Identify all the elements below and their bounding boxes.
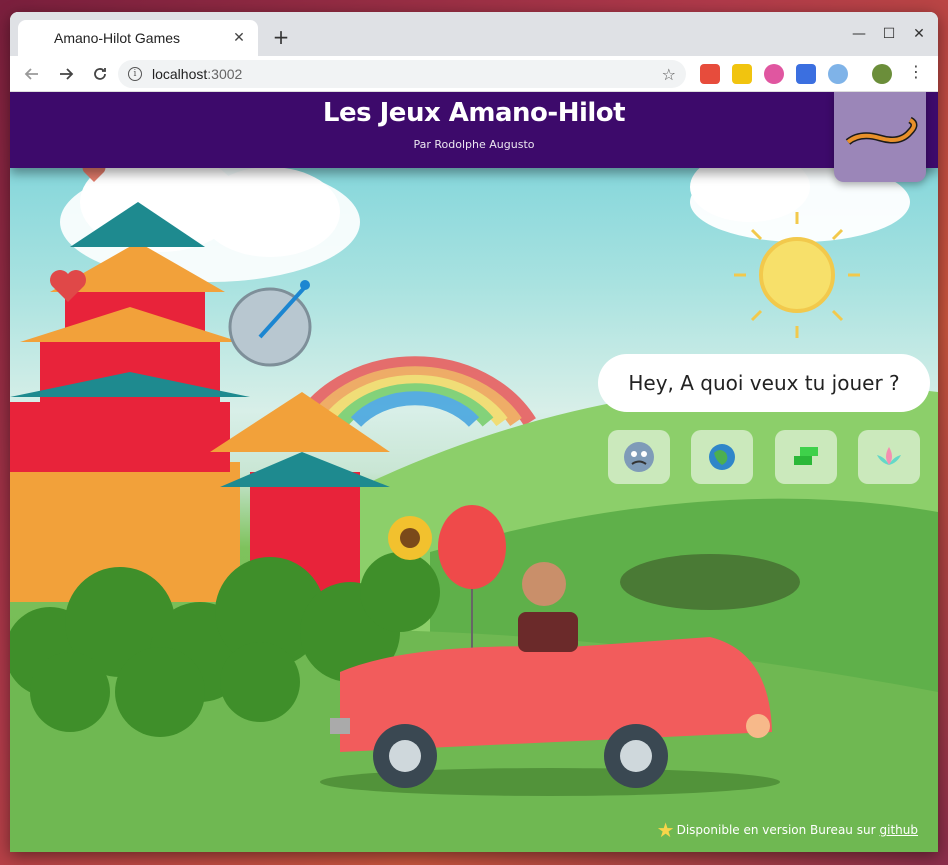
game-page: Les Jeux Amano-Hilot Par Rodolphe August… bbox=[10, 92, 938, 852]
page-footer: ★ Disponible en version Bureau sur githu… bbox=[657, 818, 918, 842]
arrow-left-icon bbox=[24, 67, 38, 80]
footer-text: Disponible en version Bureau sur bbox=[676, 823, 876, 837]
game-button-blocks[interactable] bbox=[775, 430, 837, 484]
reload-button[interactable] bbox=[86, 60, 114, 88]
new-tab-button[interactable]: + bbox=[270, 25, 292, 49]
star-icon: ★ bbox=[656, 818, 675, 842]
extension-icon[interactable] bbox=[764, 64, 784, 84]
lotus-icon bbox=[877, 447, 901, 465]
extension-icon[interactable] bbox=[796, 64, 816, 84]
tab-strip: Amano-Hilot Games ✕ + — ☐ ✕ bbox=[10, 12, 938, 56]
extension-icon[interactable] bbox=[700, 64, 720, 84]
reload-icon bbox=[94, 67, 106, 80]
tetris-blocks-icon bbox=[794, 447, 818, 465]
url-host: localhost bbox=[152, 66, 208, 82]
angry-planet-icon bbox=[624, 442, 654, 472]
site-header: Les Jeux Amano-Hilot Par Rodolphe August… bbox=[10, 92, 938, 168]
browser-toolbar: i localhost:3002 ☆ ⋮ bbox=[10, 56, 938, 92]
earth-icon bbox=[709, 444, 735, 470]
satellite-dish-illustration bbox=[228, 280, 312, 367]
game-button-planet[interactable] bbox=[608, 430, 670, 484]
arrow-right-icon bbox=[60, 67, 74, 80]
forward-button[interactable] bbox=[52, 60, 80, 88]
extension-icon[interactable] bbox=[732, 64, 752, 84]
menu-dots-icon[interactable]: ⋮ bbox=[908, 62, 924, 81]
github-link[interactable]: github bbox=[880, 823, 918, 837]
tab-close-icon[interactable]: ✕ bbox=[230, 29, 248, 47]
page-subtitle: Par Rodolphe Augusto bbox=[413, 138, 535, 151]
browser-tab[interactable]: Amano-Hilot Games ✕ bbox=[18, 20, 258, 56]
close-window-button[interactable]: ✕ bbox=[906, 24, 932, 44]
site-logo[interactable] bbox=[834, 92, 926, 182]
url-port: :3002 bbox=[207, 66, 243, 82]
salamander-logo-icon bbox=[845, 116, 918, 145]
tab-title: Amano-Hilot Games bbox=[54, 30, 181, 46]
url-text[interactable]: localhost:3002 bbox=[152, 66, 662, 82]
game-button-lotus[interactable] bbox=[858, 430, 920, 484]
profile-avatar[interactable] bbox=[872, 64, 892, 84]
bookmark-star-icon[interactable]: ☆ bbox=[662, 65, 676, 84]
speech-bubble: Hey, A quoi veux tu jouer ? bbox=[598, 354, 930, 412]
info-icon[interactable]: i bbox=[128, 67, 142, 81]
maximize-button[interactable]: ☐ bbox=[876, 24, 902, 44]
game-button-earth[interactable] bbox=[691, 430, 753, 484]
minimize-button[interactable]: — bbox=[846, 24, 872, 44]
extension-icon[interactable] bbox=[828, 64, 848, 84]
browser-window: Amano-Hilot Games ✕ + — ☐ ✕ i localhost:… bbox=[10, 12, 938, 852]
back-button[interactable] bbox=[18, 60, 46, 88]
address-bar[interactable]: i localhost:3002 ☆ bbox=[118, 60, 686, 88]
page-title: Les Jeux Amano-Hilot bbox=[322, 98, 626, 128]
